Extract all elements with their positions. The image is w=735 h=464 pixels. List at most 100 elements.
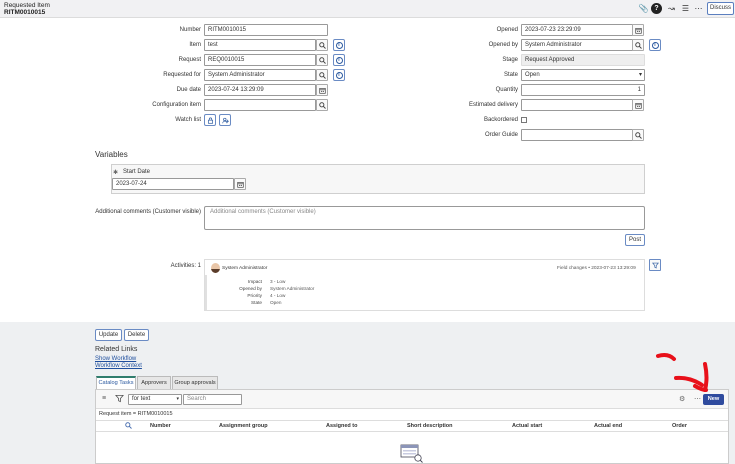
column-search-icon[interactable] xyxy=(125,422,132,429)
state-select[interactable]: Open ▾ xyxy=(521,69,645,81)
search-field-selected: for text xyxy=(132,396,151,402)
opened-by-label: Opened by xyxy=(488,42,518,48)
mandatory-asterisk-icon: ✱ xyxy=(113,170,119,176)
breadcrumb[interactable]: Request item = RITM0010015 xyxy=(99,411,173,417)
quantity-field[interactable]: 1 xyxy=(521,84,645,96)
requested-for-lookup-search-icon[interactable] xyxy=(316,69,328,81)
chevron-down-icon: ▾ xyxy=(638,72,642,78)
activity-filter-icon[interactable] xyxy=(649,259,661,271)
item-field[interactable]: test xyxy=(204,39,316,51)
order-guide-lookup-search-icon[interactable] xyxy=(632,129,644,141)
column-header-assignment-group[interactable]: Assignment group xyxy=(219,423,268,429)
filter-icon[interactable] xyxy=(115,394,124,403)
change-key-opened-by: Opened by xyxy=(239,286,262,291)
tab-approvers[interactable]: Approvers xyxy=(137,376,171,389)
list-search-placeholder: Search xyxy=(187,396,207,402)
start-date-field[interactable]: 2023-07-24 xyxy=(112,178,234,190)
opened-by-info-icon[interactable]: i xyxy=(649,39,661,51)
request-info-icon[interactable]: i xyxy=(333,54,345,66)
opened-by-lookup-search-icon[interactable] xyxy=(632,39,644,51)
quantity-label: Quantity xyxy=(495,87,518,93)
change-key-impact: Impact xyxy=(247,279,262,284)
opened-label: Opened xyxy=(496,27,518,33)
item-lookup-search-icon[interactable] xyxy=(316,39,328,51)
search-field-select[interactable]: for text ▾ xyxy=(128,394,182,405)
opened-by-field[interactable]: System Administrator xyxy=(521,39,633,51)
column-header-short-description[interactable]: Short description xyxy=(407,423,453,429)
configuration-item-field[interactable] xyxy=(204,99,316,111)
due-date-label: Due date xyxy=(176,87,201,93)
paperclip-icon[interactable]: 📎 xyxy=(638,3,649,14)
chevron-down-icon: ▾ xyxy=(176,396,179,402)
due-date-calendar-icon[interactable] xyxy=(316,84,328,96)
watch-list-add-me-icon[interactable] xyxy=(219,114,231,126)
change-key-state: State xyxy=(251,300,262,305)
form-header: Requested Item RITM0010015 📎 ? ↝ ☰ ⋯ Dis… xyxy=(0,0,735,18)
related-links-title: Related Links xyxy=(95,346,138,353)
item-label: Item xyxy=(189,42,201,48)
tab-group-approvals[interactable]: Group approvals xyxy=(172,376,218,389)
discuss-button[interactable]: Discuss xyxy=(707,2,734,15)
start-date-label: Start Date xyxy=(123,169,151,175)
request-field[interactable]: REQ0010015 xyxy=(204,54,316,66)
state-label: State xyxy=(503,72,518,78)
requested-for-info-icon[interactable]: i xyxy=(333,69,345,81)
more-options-icon[interactable]: ⋯ xyxy=(693,3,704,14)
order-guide-label: Order Guide xyxy=(484,132,518,138)
number-field[interactable]: RITM0010015 xyxy=(204,24,328,36)
annotation-arrow-icon xyxy=(656,353,709,392)
activity-stream-icon[interactable]: ↝ xyxy=(666,3,677,14)
configuration-item-lookup-search-icon[interactable] xyxy=(316,99,328,111)
estimated-delivery-label: Estimated delivery xyxy=(468,102,518,108)
due-date-field[interactable]: 2023-07-24 13:29:09 xyxy=(204,84,316,96)
order-guide-field[interactable] xyxy=(521,129,633,141)
delete-button[interactable]: Delete xyxy=(124,329,149,341)
column-header-actual-end[interactable]: Actual end xyxy=(594,423,622,429)
activity-author: System Administrator xyxy=(222,266,268,271)
opened-calendar-icon[interactable] xyxy=(632,24,644,36)
record-number-title: RITM0010015 xyxy=(4,9,46,16)
state-selected-value: Open xyxy=(525,72,540,78)
column-header-order[interactable]: Order xyxy=(672,423,687,429)
column-header-number[interactable]: Number xyxy=(150,423,171,429)
column-header-assigned-to[interactable]: Assigned to xyxy=(326,423,357,429)
request-lookup-search-icon[interactable] xyxy=(316,54,328,66)
change-value-impact: 3 - Low xyxy=(270,279,286,284)
backordered-label: Backordered xyxy=(483,117,518,123)
help-icon[interactable]: ? xyxy=(651,3,662,14)
requested-for-field[interactable]: System Administrator xyxy=(204,69,316,81)
workflow-context-link[interactable]: Workflow Context xyxy=(95,363,142,369)
requested-for-label: Requested for xyxy=(163,72,201,78)
backordered-checkbox[interactable] xyxy=(521,117,527,123)
post-button[interactable]: Post xyxy=(625,234,645,246)
opened-field[interactable]: 2023-07-23 23:29:09 xyxy=(521,24,633,36)
list-context-menu-icon[interactable]: ≡ xyxy=(102,395,106,402)
item-info-icon[interactable]: i xyxy=(333,39,345,51)
change-value-priority: 4 - Low xyxy=(270,293,286,298)
stage-label: Stage xyxy=(502,57,518,63)
estimated-delivery-field[interactable] xyxy=(521,99,633,111)
show-workflow-link[interactable]: Show Workflow xyxy=(95,356,136,362)
change-key-priority: Priority xyxy=(247,293,262,298)
update-button[interactable]: Update xyxy=(95,329,122,341)
column-header-actual-start[interactable]: Actual start xyxy=(512,423,542,429)
stage-field: Request Approved xyxy=(521,54,645,66)
request-label: Request xyxy=(178,57,201,63)
record-type-title: Requested Item xyxy=(4,2,50,9)
watch-list-lock-icon[interactable] xyxy=(204,114,216,126)
avatar xyxy=(211,263,220,273)
additional-comments-textarea[interactable]: Additional comments (Customer visible) xyxy=(204,206,645,230)
empty-list-illustration-icon xyxy=(400,443,424,463)
start-date-calendar-icon[interactable] xyxy=(234,178,246,190)
number-label: Number xyxy=(179,27,201,33)
change-value-opened-by: System Administrator xyxy=(270,286,315,291)
tab-catalog-tasks[interactable]: Catalog Tasks xyxy=(96,376,136,389)
settings-sliders-icon[interactable]: ☰ xyxy=(680,3,691,14)
additional-comments-label: Additional comments (Customer visible) xyxy=(95,209,201,215)
activities-label: Activities: 1 xyxy=(170,263,201,269)
change-value-state: Open xyxy=(270,300,282,305)
list-search-input[interactable]: Search xyxy=(183,394,242,405)
variables-section-title: Variables xyxy=(95,150,128,159)
estimated-delivery-calendar-icon[interactable] xyxy=(632,99,644,111)
watch-list-label: Watch list xyxy=(175,117,201,123)
